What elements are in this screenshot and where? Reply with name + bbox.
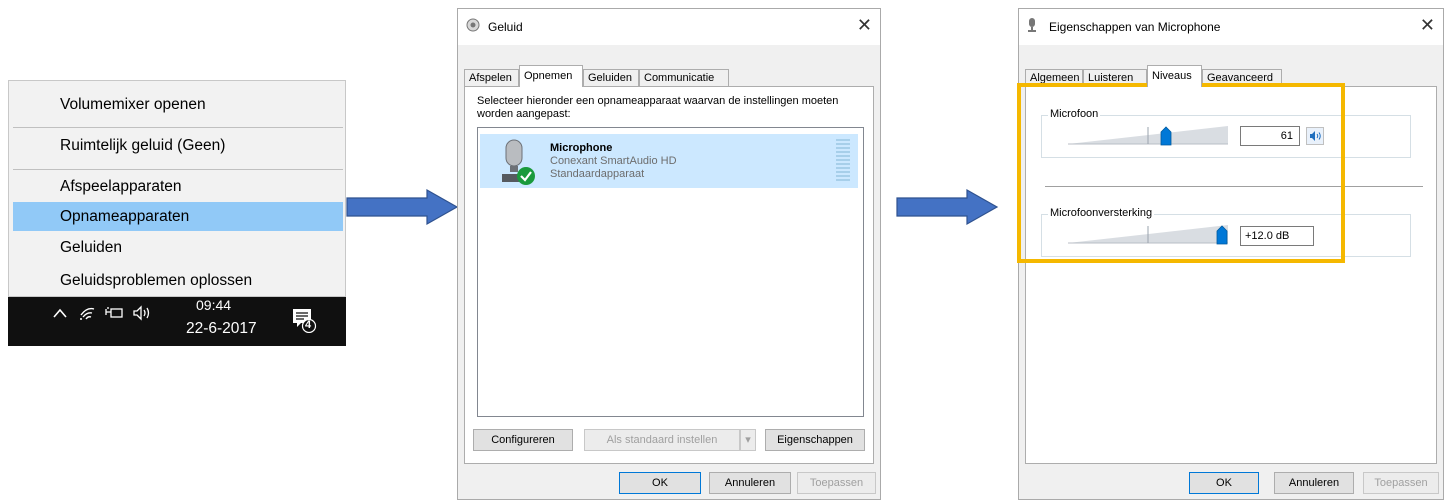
sound-context-menu: Volumemixer openen Ruimtelijk geluid (Ge… bbox=[8, 80, 346, 297]
menu-item-volume-mixer[interactable]: Volumemixer openen bbox=[13, 90, 343, 119]
clock-time[interactable]: 09:44 bbox=[196, 297, 231, 313]
menu-item-sounds[interactable]: Geluiden bbox=[13, 233, 343, 262]
tab-levels[interactable]: Niveaus bbox=[1147, 65, 1202, 87]
configure-button[interactable]: Configureren bbox=[473, 429, 573, 451]
tab-communication[interactable]: Communicatie bbox=[639, 69, 729, 86]
dialog-title: Geluid bbox=[488, 20, 523, 34]
speaker-icon[interactable] bbox=[132, 305, 154, 326]
arrow-right-icon bbox=[346, 188, 459, 226]
menu-separator bbox=[13, 169, 343, 170]
close-icon[interactable]: ✕ bbox=[1420, 15, 1435, 36]
tab-recording[interactable]: Opnemen bbox=[519, 65, 583, 87]
device-row-microphone[interactable]: Microphone Conexant SmartAudio HD Standa… bbox=[480, 134, 858, 188]
network-icon[interactable] bbox=[104, 305, 124, 326]
title-bar: Eigenschappen van Microphone ✕ bbox=[1019, 9, 1443, 45]
close-icon[interactable]: ✕ bbox=[857, 15, 872, 36]
cancel-button[interactable]: Annuleren bbox=[709, 472, 791, 494]
microphone-icon bbox=[1027, 18, 1037, 35]
menu-item-playback-devices[interactable]: Afspeelapparaten bbox=[13, 172, 343, 201]
set-default-dropdown: ▾ bbox=[740, 429, 756, 451]
notification-count: 4 bbox=[305, 319, 312, 331]
title-bar: Geluid ✕ bbox=[458, 9, 880, 45]
device-driver: Conexant SmartAudio HD bbox=[550, 155, 677, 167]
speaker-icon bbox=[466, 18, 480, 35]
properties-button[interactable]: Eigenschappen bbox=[765, 429, 865, 451]
apply-button: Toepassen bbox=[797, 472, 876, 494]
arrow-right-icon bbox=[896, 188, 999, 226]
microphone-icon bbox=[496, 138, 540, 191]
taskbar: 09:44 22-6-2017 4 bbox=[8, 297, 346, 346]
set-default-button: Als standaard instellen bbox=[584, 429, 740, 451]
ok-button[interactable]: OK bbox=[619, 472, 701, 494]
chevron-down-icon: ▾ bbox=[745, 434, 751, 446]
menu-separator bbox=[13, 127, 343, 128]
clock-date[interactable]: 22-6-2017 bbox=[186, 320, 257, 338]
menu-item-recording-devices[interactable]: Opnameapparaten bbox=[13, 202, 343, 231]
device-list[interactable]: Microphone Conexant SmartAudio HD Standa… bbox=[477, 127, 864, 417]
device-name: Microphone bbox=[550, 142, 613, 154]
level-meter bbox=[836, 139, 850, 181]
notification-icon[interactable] bbox=[291, 307, 317, 334]
chevron-up-icon[interactable] bbox=[52, 305, 68, 325]
highlight-box bbox=[1017, 83, 1345, 263]
menu-item-spatial-sound[interactable]: Ruimtelijk geluid (Geen) bbox=[13, 131, 343, 160]
tab-playback[interactable]: Afspelen bbox=[464, 69, 519, 86]
dialog-title: Eigenschappen van Microphone bbox=[1049, 20, 1221, 34]
cancel-button[interactable]: Annuleren bbox=[1274, 472, 1354, 494]
wifi-icon[interactable] bbox=[78, 305, 96, 326]
apply-button: Toepassen bbox=[1363, 472, 1439, 494]
ok-button[interactable]: OK bbox=[1189, 472, 1259, 494]
tab-sounds[interactable]: Geluiden bbox=[583, 69, 639, 86]
device-status: Standaardapparaat bbox=[550, 168, 645, 180]
menu-item-troubleshoot[interactable]: Geluidsproblemen oplossen bbox=[13, 266, 343, 295]
instruction-text: Selecteer hieronder een opnameapparaat w… bbox=[477, 95, 839, 120]
